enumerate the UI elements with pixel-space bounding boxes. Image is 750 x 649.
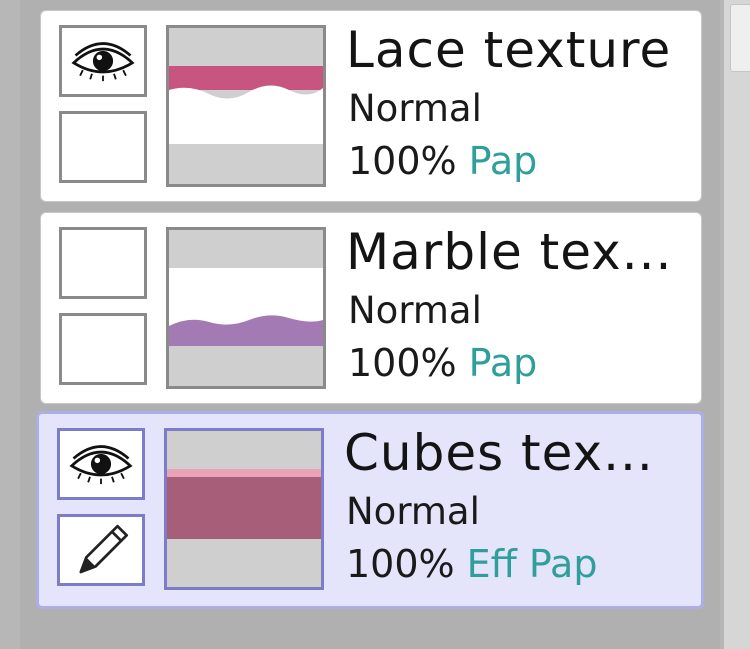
blend-mode: Normal [346, 490, 480, 533]
mauve-solid-band-icon [167, 431, 321, 587]
eye-icon [69, 445, 133, 485]
layer-thumbnail [164, 428, 324, 590]
visibility-toggle[interactable] [59, 227, 147, 299]
layer-thumbnail [166, 227, 326, 389]
tag-paper: Pap [468, 341, 538, 385]
layer-row-lace-texture[interactable]: Lace texture Normal 100% Pap [40, 10, 702, 202]
blend-mode: Normal [348, 289, 482, 332]
pink-wave-band-icon [169, 28, 323, 184]
purple-wave-band-icon [169, 230, 323, 386]
tag-paper: Pap [528, 542, 598, 586]
edit-toggle[interactable] [57, 514, 145, 586]
layer-name: Lace texture [346, 21, 672, 79]
visibility-toggle[interactable] [57, 428, 145, 500]
scrollbar-track[interactable] [724, 0, 750, 649]
scrollbar-thumb[interactable] [730, 4, 750, 72]
layer-meta: 100% Eff Pap [346, 542, 597, 586]
edit-toggle[interactable] [59, 313, 147, 385]
visibility-toggle[interactable] [59, 25, 147, 97]
opacity-value: 100% [348, 341, 457, 385]
layer-thumbnail [166, 25, 326, 187]
layer-row-marble-texture[interactable]: Marble tex... Normal 100% Pap [40, 212, 702, 404]
opacity-value: 100% [346, 542, 455, 586]
eye-icon [71, 42, 135, 82]
blend-mode: Normal [348, 87, 482, 130]
layer-meta: 100% Pap [348, 341, 537, 385]
edit-toggle[interactable] [59, 111, 147, 183]
pencil-icon [79, 524, 129, 574]
tag-paper: Pap [468, 139, 538, 183]
tag-effect: Eff [466, 542, 517, 586]
layer-name: Cubes tex... [344, 424, 654, 482]
layer-row-cubes-texture[interactable]: Cubes tex... Normal 100% Eff Pap [36, 411, 704, 609]
opacity-value: 100% [348, 139, 457, 183]
layer-meta: 100% Pap [348, 139, 537, 183]
layer-name: Marble tex... [346, 223, 673, 281]
